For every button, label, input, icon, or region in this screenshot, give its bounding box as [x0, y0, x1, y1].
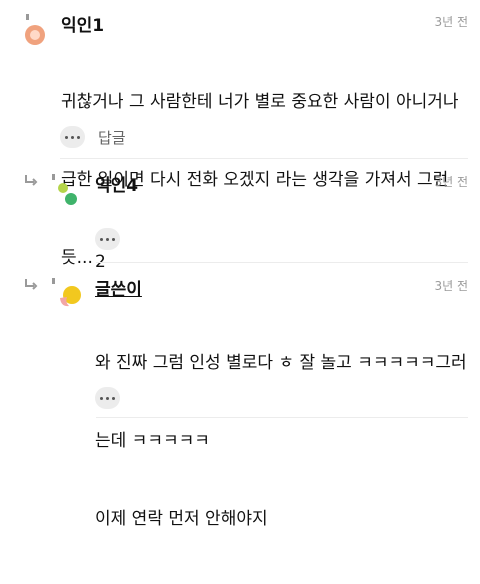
reply-arrow-icon	[25, 279, 38, 290]
comment-divider	[96, 262, 468, 263]
dot-icon	[71, 135, 74, 139]
more-options-button[interactable]	[60, 126, 85, 148]
comment-line: 귀찮거나 그 사람한테 너가 별로 중요한 사람이 아니거나	[61, 92, 459, 112]
dot-icon	[77, 135, 80, 139]
comment-author[interactable]: 글쓴이	[95, 275, 142, 300]
avatar[interactable]	[55, 180, 85, 210]
dot-icon	[106, 396, 109, 400]
avatar[interactable]	[20, 20, 50, 50]
comment-author[interactable]: 익인1	[61, 11, 104, 36]
dot-icon	[106, 237, 109, 241]
comment-timestamp: 3년 전	[434, 279, 468, 293]
reply-comment-item: 익인4 3년 전 2	[0, 160, 480, 272]
dot-icon	[112, 237, 115, 241]
reply-button[interactable]: 답글	[98, 127, 126, 148]
comment-body: 와 진짜 그럼 인성 별로다 ㅎ 잘 놀고 ㅋㅋㅋㅋㅋ그러 는데 ㅋㅋㅋㅋㅋ 이…	[95, 298, 470, 584]
comment-line: 는데 ㅋㅋㅋㅋㅋ	[95, 431, 210, 451]
dot-icon	[112, 396, 115, 400]
dot-icon	[100, 237, 103, 241]
comment-line: 와 진짜 그럼 인성 별로다 ㅎ 잘 놀고 ㅋㅋㅋㅋㅋ그러	[95, 353, 467, 373]
reply-comment-item: 글쓴이 3년 전 와 진짜 그럼 인성 별로다 ㅎ 잘 놀고 ㅋㅋㅋㅋㅋ그러 는…	[0, 264, 480, 529]
comment-item: 익인1 3년 전 귀찮거나 그 사람한테 너가 별로 중요한 사람이 아니거나 …	[0, 0, 480, 268]
more-options-button[interactable]	[95, 228, 120, 250]
avatar[interactable]	[55, 282, 85, 312]
comment-timestamp: 3년 전	[434, 15, 468, 29]
reply-arrow-icon	[25, 175, 38, 186]
comment-divider	[60, 158, 468, 159]
more-options-button[interactable]	[95, 387, 120, 409]
comment-divider	[96, 417, 468, 418]
comment-line: 이제 연락 먼저 안해야지	[95, 509, 268, 529]
comment-timestamp: 3년 전	[434, 175, 468, 189]
comment-author[interactable]: 익인4	[95, 171, 138, 196]
dot-icon	[100, 396, 103, 400]
dot-icon	[65, 135, 68, 139]
